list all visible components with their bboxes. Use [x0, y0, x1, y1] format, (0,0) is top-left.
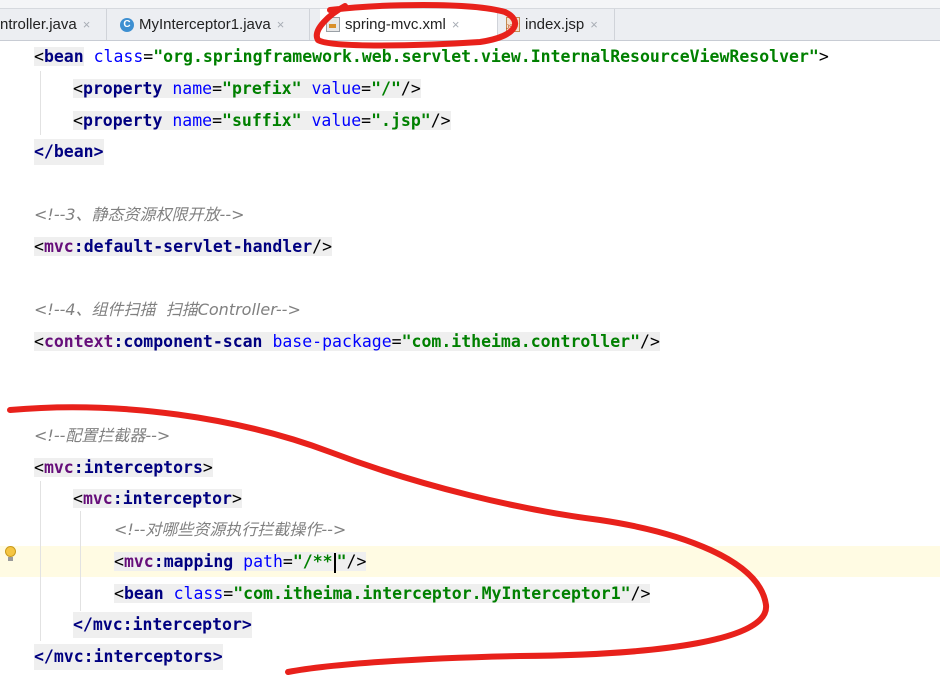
tab-label: index.jsp	[525, 16, 585, 33]
code-line: </mvc:interceptors>	[34, 644, 223, 670]
code-line: <mvc:default-servlet-handler/>	[34, 237, 333, 256]
lightbulb-icon[interactable]	[4, 546, 17, 561]
tab-controller-java[interactable]: ntroller.java ×	[0, 9, 107, 40]
code-comment: <!--配置拦截器-->	[34, 426, 171, 445]
code-line: <bean class="org.springframework.web.ser…	[34, 47, 829, 66]
breadcrumb-strip	[0, 0, 940, 9]
close-icon[interactable]: ×	[452, 17, 460, 32]
tab-index-jsp[interactable]: index.jsp ×	[500, 9, 615, 40]
editor-tab-bar: ntroller.java × C MyInterceptor1.java × …	[0, 0, 940, 41]
tab-label: ntroller.java	[0, 16, 77, 33]
tab-label: spring-mvc.xml	[345, 16, 446, 33]
code-line: <context:component-scan base-package="co…	[34, 332, 660, 351]
indent-guide	[40, 71, 41, 135]
code-line: <mvc:interceptors>	[34, 458, 213, 477]
tab-myinterceptor1-java[interactable]: C MyInterceptor1.java ×	[114, 9, 310, 40]
code-line: <property name="prefix" value="/"/>	[73, 79, 421, 98]
close-icon[interactable]: ×	[590, 17, 598, 32]
code-comment: <!--4、组件扫描 扫描Controller-->	[34, 300, 301, 319]
close-icon[interactable]: ×	[83, 17, 91, 32]
code-comment: <!--对哪些资源执行拦截操作-->	[114, 520, 347, 539]
close-icon[interactable]: ×	[277, 17, 285, 32]
class-file-icon: C	[120, 17, 134, 32]
code-line: <mvc:interceptor>	[73, 489, 242, 508]
code-line: <bean class="com.itheima.interceptor.MyI…	[114, 584, 651, 603]
text-caret	[333, 552, 336, 573]
xml-file-icon	[326, 17, 340, 32]
xml-tag: bean	[43, 47, 84, 66]
indent-guide	[80, 511, 81, 611]
code-line: <property name="suffix" value=".jsp"/>	[73, 111, 451, 130]
code-line: </bean>	[34, 139, 104, 165]
tab-spring-mvc-xml[interactable]: spring-mvc.xml ×	[320, 9, 498, 40]
code-line: </mvc:interceptor>	[73, 612, 252, 638]
code-editor[interactable]: <bean class="org.springframework.web.ser…	[0, 41, 940, 685]
indent-guide	[40, 481, 41, 641]
tab-label: MyInterceptor1.java	[139, 16, 271, 33]
code-line: <mvc:mapping path="/** "/>	[114, 552, 367, 573]
code-comment: <!--3、静态资源权限开放-->	[34, 205, 245, 224]
jsp-file-icon	[506, 17, 520, 32]
